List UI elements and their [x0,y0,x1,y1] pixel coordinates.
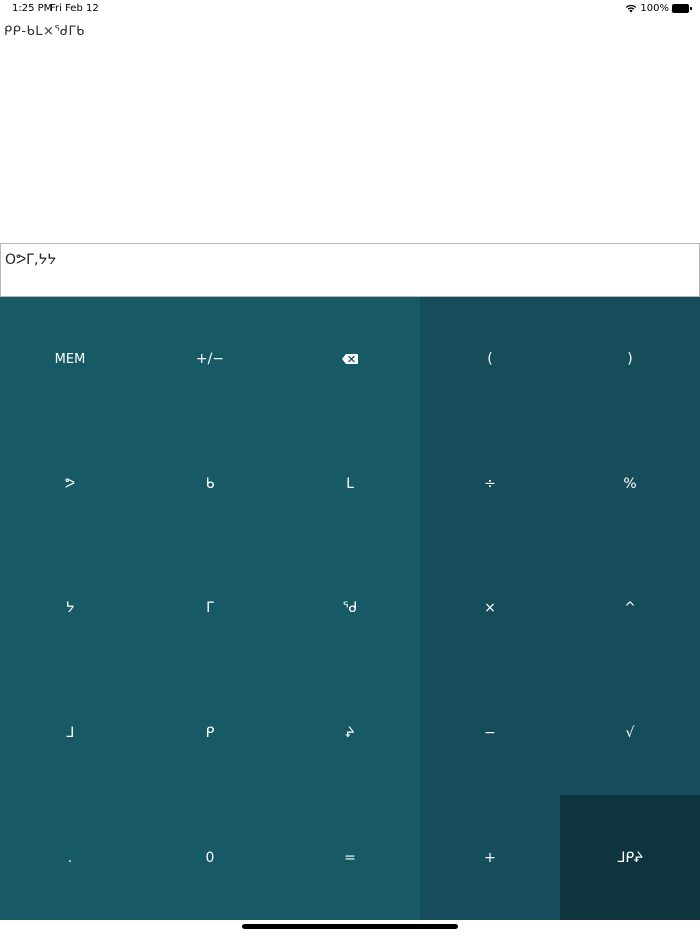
digit-3-button[interactable]: ᒧ [0,670,140,796]
plus-button[interactable]: + [420,795,560,920]
digit-8-button[interactable]: ᑲ [140,421,280,547]
battery-icon [672,4,692,13]
digit-6-button[interactable]: ᔭ [0,546,140,671]
plus-minus-button[interactable]: +/− [140,297,280,422]
multiply-button[interactable]: × [420,546,560,671]
digit-7-button[interactable]: ᒪ [280,421,420,547]
digit-0-button[interactable]: 0 [140,795,280,920]
digit-5-button[interactable]: ᒥ [140,546,280,671]
status-time: 1:25 PM [12,3,53,14]
backspace-button[interactable] [280,297,420,422]
equals-button[interactable]: = [280,795,420,920]
digit-4-button[interactable]: ᖁ [280,546,420,671]
minus-button[interactable]: − [420,670,560,796]
expression-display: ᑭᑭ-ᑲᒪ×ᖁᒥᑲ [4,24,85,39]
battery-percent: 100% [640,3,669,14]
result-value: Oᕗᒥ,ᔭᔭ [5,252,56,268]
status-bar: 1:25 PM Fri Feb 12 100% [0,0,700,18]
digit-2-button[interactable]: ᑭ [140,670,280,796]
result-field[interactable]: Oᕗᒥ,ᔭᔭ [0,243,700,297]
keypad: MEM +/− ( ) ᕗ ᑲ ᒪ ÷ % ᔭ ᒥ ᖁ × ^ ᒧ ᑭ ᖨ − … [0,297,700,920]
home-indicator[interactable] [242,924,458,929]
power-button[interactable]: ^ [560,546,700,671]
digit-1-button[interactable]: ᖨ [280,670,420,796]
percent-button[interactable]: % [560,421,700,547]
backspace-icon [342,354,358,365]
status-date: Fri Feb 12 [50,3,99,14]
close-paren-button[interactable]: ) [560,297,700,422]
open-paren-button[interactable]: ( [420,297,560,422]
digit-9-button[interactable]: ᕗ [0,421,140,547]
status-right: 100% [625,3,692,14]
mem-button[interactable]: MEM [0,297,140,422]
decimal-button[interactable]: . [0,795,140,920]
wifi-icon [626,4,637,13]
memory-value-button[interactable]: ᒧᑭᖨ [560,795,700,920]
divide-button[interactable]: ÷ [420,421,560,547]
sqrt-button[interactable]: √ [560,670,700,796]
